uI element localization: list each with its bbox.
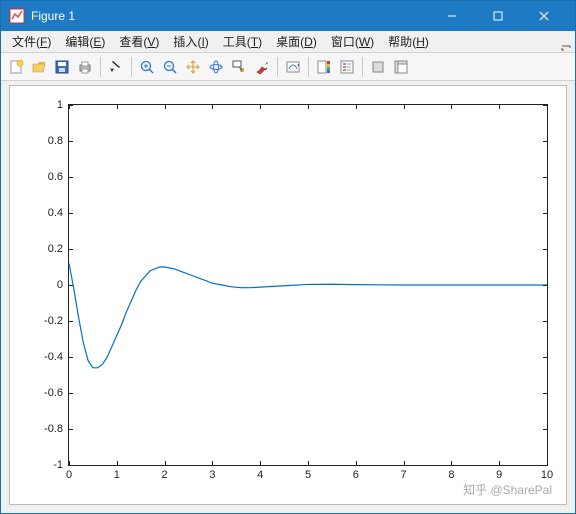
y-tick-label: 0.2 — [48, 243, 69, 255]
y-tick-label: -0.8 — [44, 423, 69, 435]
x-tick-label: 4 — [257, 465, 263, 481]
plot-canvas: -1-0.8-0.6-0.4-0.200.20.40.60.8101234567… — [9, 85, 567, 505]
line-series — [69, 105, 547, 465]
hide-plot-tools-button[interactable] — [367, 56, 389, 78]
x-tick-label: 0 — [66, 465, 72, 481]
open-button[interactable] — [28, 56, 50, 78]
toolbar-separator — [131, 57, 132, 77]
x-tick-label: 7 — [401, 465, 407, 481]
x-tick-label: 9 — [496, 465, 502, 481]
x-tick-label: 3 — [209, 465, 215, 481]
menu-edit[interactable]: 编辑(E) — [58, 31, 112, 52]
link-button[interactable] — [282, 56, 304, 78]
y-tick-label: -0.2 — [44, 315, 69, 327]
matlab-figure-icon — [9, 8, 25, 24]
y-tick-label: -0.4 — [44, 351, 69, 363]
y-tick-label: 0 — [57, 279, 69, 291]
print-button[interactable] — [74, 56, 96, 78]
dock-icon[interactable] — [561, 38, 571, 44]
menu-desktop[interactable]: 桌面(D) — [269, 31, 324, 52]
show-plot-tools-button[interactable] — [390, 56, 412, 78]
data-line — [69, 263, 547, 367]
menu-tools[interactable]: 工具(T) — [216, 31, 269, 52]
toolbar-separator — [308, 57, 309, 77]
window-title: Figure 1 — [31, 9, 75, 23]
menu-window[interactable]: 窗口(W) — [324, 31, 381, 52]
menu-insert[interactable]: 插入(I) — [166, 31, 215, 52]
zoom-out-button[interactable] — [159, 56, 181, 78]
x-tick-label: 10 — [541, 465, 553, 481]
x-tick-label: 2 — [162, 465, 168, 481]
y-tick-label: 1 — [57, 99, 69, 111]
data-cursor-button[interactable] — [228, 56, 250, 78]
maximize-button[interactable] — [475, 1, 521, 31]
new-figure-button[interactable] — [5, 56, 27, 78]
edit-plot-button[interactable] — [105, 56, 127, 78]
pan-button[interactable] — [182, 56, 204, 78]
x-tick-label: 1 — [114, 465, 120, 481]
rotate3d-button[interactable] — [205, 56, 227, 78]
y-tick-label: 0.6 — [48, 171, 69, 183]
minimize-button[interactable] — [429, 1, 475, 31]
y-tick-label: 0.8 — [48, 135, 69, 147]
menubar: 文件(F) 编辑(E) 查看(V) 插入(I) 工具(T) 桌面(D) 窗口(W… — [1, 31, 575, 53]
y-tick-label: -0.6 — [44, 387, 69, 399]
x-tick-label: 8 — [448, 465, 454, 481]
titlebar[interactable]: Figure 1 — [1, 1, 575, 31]
insert-colorbar-button[interactable] — [313, 56, 335, 78]
zoom-in-button[interactable] — [136, 56, 158, 78]
menu-file[interactable]: 文件(F) — [5, 31, 58, 52]
save-button[interactable] — [51, 56, 73, 78]
toolbar-separator — [362, 57, 363, 77]
menu-help[interactable]: 帮助(H) — [381, 31, 436, 52]
toolbar-separator — [277, 57, 278, 77]
brush-button[interactable] — [251, 56, 273, 78]
x-tick-label: 6 — [353, 465, 359, 481]
x-tick-label: 5 — [305, 465, 311, 481]
y-tick-label: 0.4 — [48, 207, 69, 219]
axes[interactable]: -1-0.8-0.6-0.4-0.200.20.40.60.8101234567… — [68, 104, 548, 466]
close-button[interactable] — [521, 1, 567, 31]
figure-window: Figure 1 文件(F) 编辑(E) 查看(V) 插入(I) 工具(T) 桌… — [0, 0, 576, 514]
insert-legend-button[interactable] — [336, 56, 358, 78]
watermark: 知乎 @SharePal — [463, 481, 552, 498]
toolbar-separator — [100, 57, 101, 77]
menu-view[interactable]: 查看(V) — [112, 31, 166, 52]
toolbar — [1, 53, 575, 81]
